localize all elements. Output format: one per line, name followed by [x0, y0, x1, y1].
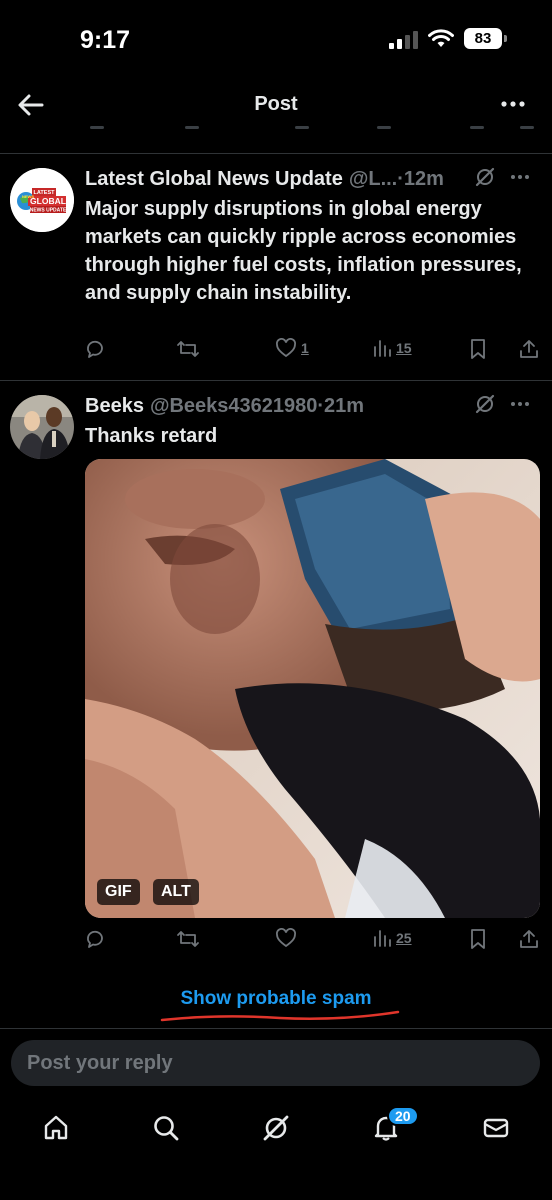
- post-time[interactable]: ·21m: [317, 395, 364, 418]
- more-options-icon[interactable]: [500, 94, 526, 114]
- view-count: 15: [396, 340, 412, 356]
- status-bar: 9:17 83: [0, 0, 552, 80]
- logo-text-side: NEWS: [22, 194, 34, 199]
- grok-icon[interactable]: [474, 166, 496, 188]
- home-icon: [44, 1115, 68, 1140]
- notification-count-badge: 20: [387, 1106, 419, 1126]
- previous-post-actions-edge: [0, 124, 552, 134]
- grok-icon[interactable]: [474, 393, 496, 415]
- bottom-tab-bar: 20: [0, 1100, 552, 1200]
- reply-button[interactable]: [84, 928, 106, 950]
- reply-icon: [87, 930, 103, 948]
- analytics-icon: [374, 930, 391, 947]
- share-icon: [520, 930, 538, 948]
- post-menu-icon[interactable]: [510, 173, 530, 181]
- page-title: Post: [254, 93, 298, 115]
- cellular-signal-icon: [389, 29, 418, 49]
- wifi-icon: [428, 28, 454, 47]
- reply-placeholder: Post your reply: [27, 1052, 173, 1074]
- author-name[interactable]: Latest Global News Update: [85, 168, 343, 191]
- news-logo-icon: LATEST GLOBAL NEWS UPDATE NEWS: [10, 168, 74, 232]
- views-button[interactable]: 25: [372, 928, 412, 948]
- bookmark-icon: [471, 929, 485, 949]
- reply-button[interactable]: [84, 338, 106, 360]
- analytics-icon: [374, 340, 391, 357]
- post-actions: 25: [84, 928, 538, 956]
- tab-search[interactable]: [146, 1108, 186, 1148]
- author-handle[interactable]: @L...: [349, 168, 397, 191]
- reply-post-1[interactable]: LATEST GLOBAL NEWS UPDATE NEWS Latest Gl…: [0, 166, 552, 380]
- repost-button[interactable]: [176, 928, 200, 950]
- divider: [0, 380, 552, 381]
- like-count: 1: [301, 340, 309, 356]
- author-name[interactable]: Beeks: [85, 395, 144, 418]
- heart-icon: [276, 928, 296, 948]
- share-icon: [520, 340, 538, 358]
- gif-media[interactable]: GIF ALT: [85, 459, 540, 918]
- grok-icon: [263, 1115, 289, 1141]
- divider: [0, 153, 552, 154]
- repost-icon: [177, 341, 199, 357]
- status-time: 9:17: [80, 26, 131, 54]
- like-button[interactable]: 1: [275, 338, 309, 358]
- tab-home[interactable]: [36, 1108, 76, 1148]
- bookmark-button[interactable]: [468, 338, 488, 360]
- tab-messages[interactable]: [476, 1108, 516, 1148]
- post-header-icons: [474, 393, 530, 415]
- envelope-icon: [483, 1118, 509, 1138]
- gif-image: [85, 459, 540, 918]
- views-button[interactable]: 15: [372, 338, 412, 358]
- gif-badge: GIF: [97, 879, 140, 905]
- reply-icon: [87, 340, 103, 358]
- profile-photo: [10, 395, 74, 459]
- post-menu-icon[interactable]: [510, 400, 530, 408]
- battery-icon: 83: [464, 28, 507, 49]
- repost-icon: [177, 931, 199, 947]
- post-header-row: Latest Global News Update @L... ·12m: [85, 166, 540, 192]
- avatar[interactable]: LATEST GLOBAL NEWS UPDATE NEWS: [10, 168, 74, 232]
- tab-grok[interactable]: [256, 1108, 296, 1148]
- red-annotation-underline: [160, 1010, 400, 1022]
- bookmark-button[interactable]: [468, 928, 488, 950]
- view-count: 25: [396, 930, 412, 946]
- search-icon: [154, 1116, 179, 1141]
- share-button[interactable]: [518, 928, 540, 950]
- show-probable-spam-link[interactable]: Show probable spam: [0, 988, 552, 1010]
- avatar[interactable]: [10, 395, 74, 459]
- logo-text-main: GLOBAL: [30, 196, 66, 206]
- post-text: Major supply disruptions in global energ…: [85, 198, 522, 304]
- author-handle[interactable]: @Beeks43621980: [150, 395, 317, 418]
- bookmark-icon: [471, 339, 485, 359]
- post-header-row: Beeks @Beeks43621980 ·21m: [85, 393, 540, 419]
- heart-icon: [276, 338, 296, 358]
- post-time[interactable]: ·12m: [397, 168, 444, 191]
- status-icons: 83: [389, 28, 507, 49]
- reply-input[interactable]: Post your reply: [11, 1040, 540, 1086]
- repost-button[interactable]: [176, 338, 200, 360]
- alt-text-button[interactable]: ALT: [153, 879, 199, 905]
- post-header-icons: [474, 166, 530, 188]
- post-text: Thanks retard: [85, 425, 218, 447]
- post-actions: 1 15: [84, 338, 538, 366]
- divider: [0, 1028, 552, 1029]
- share-button[interactable]: [518, 338, 540, 360]
- like-button[interactable]: [275, 928, 297, 948]
- logo-text-bottom: NEWS UPDATE: [30, 208, 67, 214]
